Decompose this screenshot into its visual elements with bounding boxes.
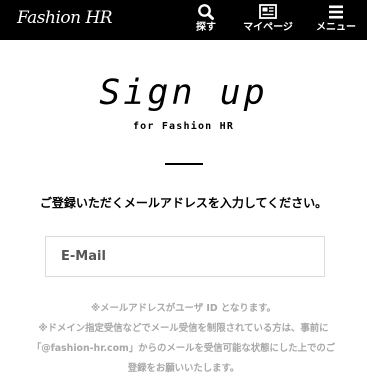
- note-line: ※メールアドレスがユーザ ID となります。: [91, 303, 276, 314]
- hamburger-icon: [329, 5, 343, 19]
- nav-search-button[interactable]: 探す: [186, 0, 226, 40]
- note-line: 登録をお願いいたします。: [127, 363, 240, 374]
- search-icon: [198, 4, 214, 20]
- instruction-text: ご登録いただくメールアドレスを入力してください。: [39, 196, 328, 210]
- notes-block: ※メールアドレスがユーザ ID となります。 ※ドメイン指定受信などでメール受信…: [16, 299, 351, 379]
- email-input[interactable]: [45, 236, 325, 277]
- nav-mypage-label: マイページ: [243, 22, 293, 33]
- page-title: Sign up: [99, 73, 268, 113]
- page-subtitle: for Fashion HR: [132, 121, 235, 132]
- nav-menu-label: メニュー: [316, 22, 356, 33]
- note-line: 「@fashion-hr.com」からのメールを受信可能な状態にした上でのご: [31, 343, 336, 354]
- header-bar: Fashion HR 探す マイページ メニュー: [0, 0, 367, 40]
- newspaper-icon: [259, 4, 277, 19]
- note-line: ※ドメイン指定受信などでメール受信を制限されている方は、事前に: [38, 323, 329, 334]
- site-logo[interactable]: Fashion HR: [17, 8, 113, 28]
- nav-mypage-button[interactable]: マイページ: [238, 0, 298, 40]
- title-divider: [165, 163, 203, 165]
- nav-search-label: 探す: [196, 22, 216, 33]
- nav-menu-button[interactable]: メニュー: [308, 0, 364, 40]
